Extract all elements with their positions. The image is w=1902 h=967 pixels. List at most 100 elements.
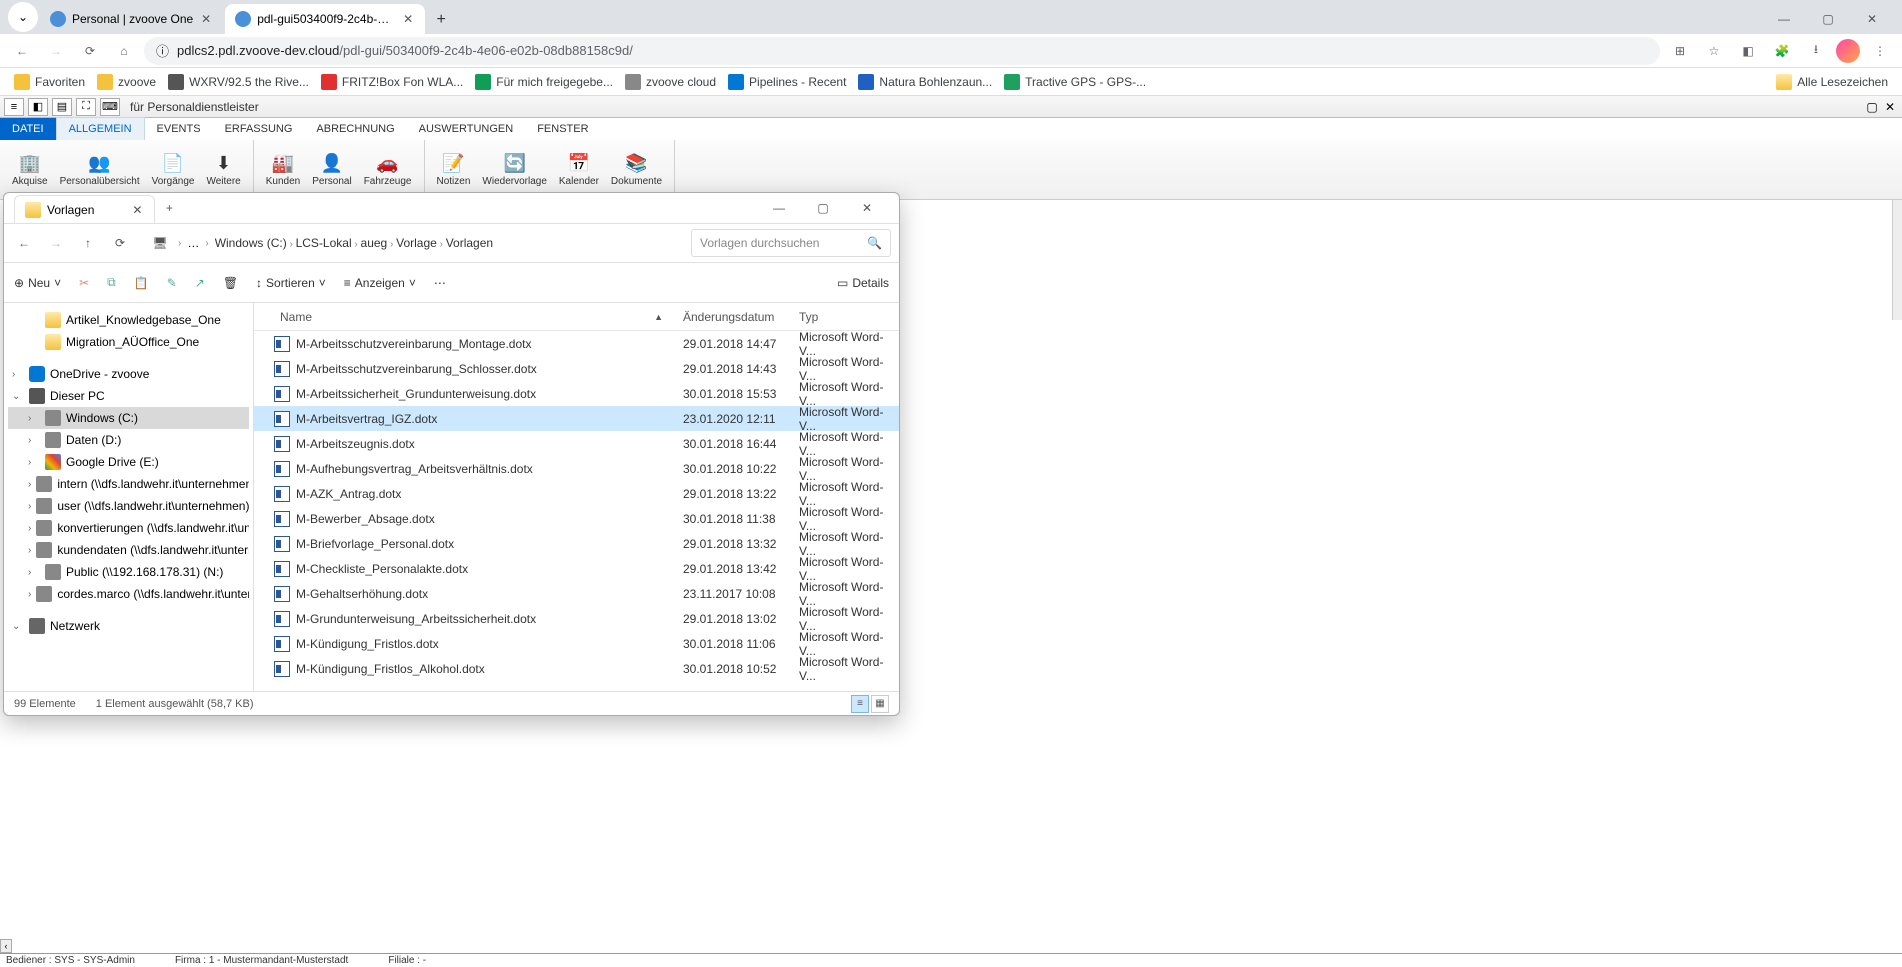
minimize-button[interactable]: — [1762,4,1806,34]
file-row[interactable]: M-Arbeitssicherheit_Grundunterweisung.do… [254,381,899,406]
reload-button[interactable]: ⟳ [76,37,104,65]
tree-item[interactable]: ›Public (\\192.168.178.31) (N:) [8,561,249,583]
install-app-icon[interactable]: ⊞ [1666,37,1694,65]
ribbon-tab[interactable]: AUSWERTUNGEN [407,118,526,140]
explorer-new-tab-button[interactable]: + [155,194,183,222]
ribbon-item[interactable]: 👥Personalübersicht [54,143,146,196]
breadcrumb-segment[interactable]: aueg [361,236,388,250]
explorer-refresh-button[interactable]: ⟳ [108,231,132,255]
close-button[interactable]: ✕ [1850,4,1894,34]
ribbon-item[interactable]: 🚗Fahrzeuge [358,143,418,196]
file-row[interactable]: M-Arbeitsschutzvereinbarung_Schlosser.do… [254,356,899,381]
explorer-up-button[interactable]: ↑ [76,231,100,255]
ribbon-item[interactable]: 👤Personal [306,143,357,196]
breadcrumb-segment[interactable]: LCS-Lokal [296,236,352,250]
toolbar-fullscreen-icon[interactable]: ⛶ [76,98,96,116]
new-tab-button[interactable]: + [427,6,455,34]
explorer-forward-button[interactable]: → [44,231,68,255]
breadcrumb-pc-icon[interactable]: 🖥 [148,231,172,255]
ribbon-item[interactable]: 🔄Wiedervorlage [476,143,552,196]
back-button[interactable]: ← [8,37,36,65]
tree-item[interactable]: ›user (\\dfs.landwehr.it\unternehmen) (G… [8,495,249,517]
profile-avatar[interactable] [1836,39,1860,63]
view-details-toggle[interactable]: ≡ [851,695,869,713]
more-button[interactable]: ⋯ [434,276,446,290]
chevron-icon[interactable]: › [28,589,31,600]
explorer-maximize-button[interactable]: ▢ [801,193,845,223]
tree-item[interactable]: ›kundendaten (\\dfs.landwehr.it\unterneh… [8,539,249,561]
site-info-icon[interactable]: ⓘ [156,41,169,60]
tree-item[interactable]: ›Windows (C:) [8,407,249,429]
paste-button[interactable]: 📋 [134,276,149,290]
chevron-icon[interactable]: ⌄ [12,621,24,632]
chevron-icon[interactable]: › [28,523,31,534]
chevron-icon[interactable]: › [28,479,31,490]
browser-tab[interactable]: Personal | zvoove One✕ [40,4,223,34]
file-row[interactable]: M-Kündigung_Fristlos.dotx30.01.2018 11:0… [254,631,899,656]
breadcrumb-segment[interactable]: Vorlagen [446,236,493,250]
tree-item[interactable]: ›intern (\\dfs.landwehr.it\unternehmen) … [8,473,249,495]
bookmark-item[interactable]: zvoove cloud [619,71,722,93]
file-row[interactable]: M-Briefvorlage_Personal.dotx29.01.2018 1… [254,531,899,556]
tree-item[interactable]: ⌄Netzwerk [8,615,249,637]
app-scrollbar[interactable] [1892,200,1902,320]
tab-close-icon[interactable]: ✕ [401,12,415,26]
details-button[interactable]: ▭ Details [837,276,889,290]
copy-button[interactable]: ⧉ [107,275,116,290]
ribbon-tab[interactable]: DATEI [0,118,56,140]
ribbon-tab[interactable]: EVENTS [145,118,213,140]
ribbon-item[interactable]: 🏭Kunden [260,143,306,196]
rename-button[interactable]: ✎ [167,276,177,290]
tree-item[interactable]: ›cordes.marco (\\dfs.landwehr.it\unterne… [8,583,249,605]
explorer-close-button[interactable]: ✕ [845,193,889,223]
share-button[interactable]: ↗ [195,276,205,290]
column-type[interactable]: Typ [799,310,899,324]
tree-item[interactable]: ›OneDrive - zvoove [8,363,249,385]
file-row[interactable]: M-Arbeitszeugnis.dotx30.01.2018 16:44Mic… [254,431,899,456]
breadcrumb-segment[interactable]: Windows (C:) [215,236,287,250]
bookmark-item[interactable]: Für mich freigegebe... [469,71,619,93]
app-close-icon[interactable]: ✕ [1882,99,1898,115]
tree-item[interactable]: Migration_AÜOffice_One [8,331,249,353]
ribbon-item[interactable]: 📅Kalender [553,143,605,196]
file-row[interactable]: M-Bewerber_Absage.dotx30.01.2018 11:38Mi… [254,506,899,531]
bookmark-item[interactable]: Favoriten [8,71,91,93]
ribbon-item[interactable]: 📚Dokumente [605,143,668,196]
ribbon-tab[interactable]: ERFASSUNG [213,118,305,140]
sort-button[interactable]: ↕ Sortieren ˅ [256,276,326,290]
new-button[interactable]: ⊕ Neu ˅ [14,276,61,290]
home-button[interactable]: ⌂ [110,37,138,65]
maximize-button[interactable]: ▢ [1806,4,1850,34]
file-row[interactable]: M-Arbeitsschutzvereinbarung_Montage.dotx… [254,331,899,356]
chevron-icon[interactable]: › [28,413,40,424]
view-icons-toggle[interactable]: ▦ [871,695,889,713]
toolbar-layout2-icon[interactable]: ▤ [52,98,72,116]
chevron-icon[interactable]: › [28,435,40,446]
all-bookmarks-button[interactable]: Alle Lesezeichen [1770,71,1894,93]
toolbar-layout1-icon[interactable]: ◧ [28,98,48,116]
column-name[interactable]: Name ▲ [254,310,683,324]
chevron-icon[interactable]: › [28,567,40,578]
tree-item[interactable]: ⌄Dieser PC [8,385,249,407]
ribbon-item[interactable]: 🏢Akquise [6,143,54,196]
toolbar-keyboard-icon[interactable]: ⌨ [100,98,120,116]
tree-item[interactable]: Artikel_Knowledgebase_One [8,309,249,331]
explorer-tree[interactable]: Artikel_Knowledgebase_OneMigration_AÜOff… [4,303,254,691]
cut-button[interactable]: ✂ [79,276,89,290]
bookmark-item[interactable]: FRITZ!Box Fon WLA... [315,71,469,93]
breadcrumb-ellipsis[interactable]: … [187,236,199,250]
column-date[interactable]: Änderungsdatum [683,310,799,324]
bookmark-item[interactable]: zvoove [91,71,162,93]
bookmark-star-icon[interactable]: ☆ [1700,37,1728,65]
menu-dots-icon[interactable]: ⋮ [1866,37,1894,65]
tree-item[interactable]: ›Daten (D:) [8,429,249,451]
extensions-puzzle-icon[interactable]: 🧩 [1768,37,1796,65]
explorer-back-button[interactable]: ← [12,231,36,255]
delete-button[interactable]: 🗑 [223,276,238,290]
list-rows[interactable]: M-Arbeitsschutzvereinbarung_Montage.dotx… [254,331,899,691]
breadcrumb-segment[interactable]: Vorlage [396,236,437,250]
extension-icon[interactable]: ◧ [1734,37,1762,65]
ribbon-tab[interactable]: FENSTER [525,118,600,140]
url-input[interactable]: ⓘ pdlcs2.pdl.zvoove-dev.cloud/pdl-gui/50… [144,37,1660,65]
chevron-icon[interactable]: › [28,501,31,512]
